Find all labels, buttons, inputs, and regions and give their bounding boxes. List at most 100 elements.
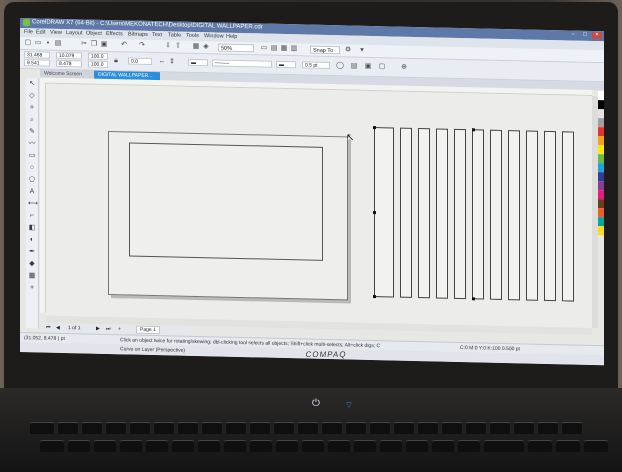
freehand-tool-icon[interactable]: ✎	[28, 128, 36, 136]
keyboard-key[interactable]	[298, 422, 318, 434]
palette-swatch[interactable]	[598, 190, 604, 200]
keyboard-key[interactable]	[432, 440, 454, 452]
menu-text[interactable]: Text	[152, 32, 162, 38]
palette-swatch[interactable]	[598, 199, 604, 209]
last-page-icon[interactable]: ⏭	[106, 325, 111, 333]
keyboard-key[interactable]	[250, 422, 270, 434]
height-field[interactable]: 8.478	[56, 59, 82, 68]
power-button-icon[interactable]: ⏻	[310, 398, 322, 410]
drop-shadow-tool-icon[interactable]: ◧	[28, 224, 36, 232]
palette-swatch[interactable]	[598, 154, 604, 164]
next-page-icon[interactable]: ▶	[96, 325, 100, 333]
line-style-dropdown[interactable]: ────	[212, 59, 272, 68]
palette-swatch[interactable]	[598, 136, 604, 146]
add-page-icon[interactable]: +	[118, 325, 121, 333]
redo-icon[interactable]: ↷	[138, 42, 146, 50]
palette-swatch[interactable]	[598, 181, 604, 191]
menu-object[interactable]: Object	[86, 30, 102, 36]
keyboard-key[interactable]	[40, 440, 64, 452]
keyboard-key[interactable]	[106, 422, 126, 434]
keyboard-key[interactable]	[202, 422, 222, 434]
ellipse-tool-icon[interactable]: ○	[28, 164, 36, 172]
selection-handle[interactable]	[472, 128, 475, 132]
rulers-icon[interactable]: ▤	[270, 45, 278, 53]
scale-x-field[interactable]: 100.0	[88, 52, 108, 60]
keyboard-key[interactable]	[562, 422, 582, 434]
menu-layout[interactable]: Layout	[66, 30, 83, 36]
new-file-icon[interactable]: ▢	[24, 39, 32, 47]
keyboard-key[interactable]	[328, 440, 350, 452]
guidelines-icon[interactable]: ▥	[290, 45, 298, 53]
page-tab[interactable]: Page 1	[136, 325, 160, 335]
keyboard-key[interactable]	[322, 422, 342, 434]
keyboard-key[interactable]	[458, 440, 480, 452]
keyboard-key[interactable]	[178, 422, 198, 434]
keyboard-key[interactable]	[394, 422, 414, 434]
palette-swatch[interactable]	[598, 217, 604, 227]
full-screen-icon[interactable]: ▭	[260, 44, 268, 52]
shape-tool-icon[interactable]: ◇	[28, 92, 36, 100]
keyboard-key[interactable]	[274, 422, 294, 434]
text-tool-icon[interactable]: A	[28, 188, 36, 196]
strip[interactable]	[508, 130, 520, 301]
keyboard-key[interactable]	[58, 422, 78, 434]
keyboard-key[interactable]	[250, 440, 272, 452]
keyboard-key[interactable]	[490, 422, 510, 434]
palette-swatch[interactable]	[598, 100, 604, 110]
keyboard-key[interactable]	[406, 440, 428, 452]
cut-icon[interactable]: ✂	[80, 40, 88, 48]
menu-help[interactable]: Help	[226, 34, 237, 40]
selection-handle[interactable]	[472, 297, 475, 301]
strip[interactable]	[562, 131, 574, 302]
menu-edit[interactable]: Edit	[36, 29, 45, 35]
close-button[interactable]: ×	[592, 31, 602, 40]
zoom-tool-icon[interactable]: ⌕	[28, 116, 36, 124]
position-y-field[interactable]: 9.541	[24, 59, 50, 67]
first-page-icon[interactable]: ⏮	[46, 324, 51, 332]
polygon-tool-icon[interactable]: ⬠	[28, 176, 36, 184]
lock-ratio-icon[interactable]: 🔒︎	[112, 57, 120, 65]
inner-rectangle[interactable]	[129, 142, 323, 261]
vertical-strips-group[interactable]	[373, 126, 574, 304]
keyboard-key[interactable]	[514, 422, 534, 434]
document-page[interactable]	[108, 130, 348, 301]
keyboard-key[interactable]	[276, 440, 298, 452]
keyboard-key[interactable]	[68, 440, 90, 452]
publish-pdf-icon[interactable]: ▦	[192, 43, 200, 51]
export-icon[interactable]: ⇧	[174, 42, 182, 50]
palette-swatch[interactable]	[598, 118, 604, 128]
transparency-tool-icon[interactable]: ◐	[28, 236, 36, 244]
strip[interactable]	[490, 129, 502, 300]
to-back-icon[interactable]: ▢	[378, 63, 386, 71]
import-icon[interactable]: ⇩	[164, 42, 172, 50]
keyboard-key[interactable]	[130, 422, 150, 434]
to-front-icon[interactable]: ▣	[364, 63, 372, 71]
strip[interactable]	[436, 128, 448, 299]
keyboard-key[interactable]	[30, 422, 54, 434]
paste-icon[interactable]: ▣	[100, 41, 108, 49]
open-folder-icon[interactable]: ▭	[34, 39, 42, 47]
rotation-angle-field[interactable]: 0.0	[128, 57, 152, 65]
menu-tools[interactable]: Tools	[186, 33, 199, 39]
strip[interactable]	[544, 130, 556, 302]
keyboard-key[interactable]	[584, 440, 608, 452]
crop-tool-icon[interactable]: ⌗	[28, 104, 36, 112]
parallel-dimension-icon[interactable]: ⟷	[28, 200, 38, 208]
pick-tool-icon[interactable]: ↖	[28, 80, 36, 88]
palette-swatch[interactable]	[598, 91, 604, 101]
selection-handle[interactable]	[373, 126, 376, 130]
keyboard-key[interactable]	[538, 422, 558, 434]
keyboard-key[interactable]	[370, 422, 390, 434]
previous-page-icon[interactable]: ◀	[56, 324, 60, 332]
add-tool-icon[interactable]: +	[28, 284, 36, 292]
application-launcher-icon[interactable]: ▾	[358, 47, 366, 55]
menu-file[interactable]: File	[24, 29, 33, 35]
keyboard-key[interactable]	[528, 440, 552, 452]
keyboard-key[interactable]	[82, 422, 102, 434]
keyboard-key[interactable]	[442, 422, 462, 434]
keyboard-key[interactable]	[224, 440, 246, 452]
strip[interactable]	[374, 127, 394, 298]
strip[interactable]	[472, 129, 484, 300]
save-icon[interactable]: ▪	[44, 40, 52, 48]
wrap-text-icon[interactable]: ▤	[350, 62, 358, 70]
